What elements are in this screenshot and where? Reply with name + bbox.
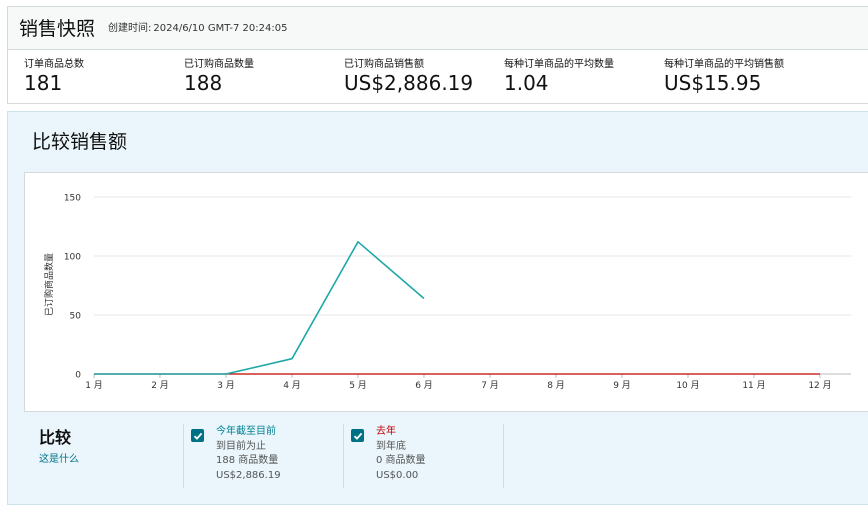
y-tick-label: 0 [75, 371, 81, 381]
x-tick-label: 6 月 [415, 380, 433, 391]
series-line-this-year [94, 241, 425, 375]
metric-value: US$15.95 [664, 71, 762, 95]
metric-value: 1.04 [504, 71, 549, 95]
legend-divider [343, 424, 344, 488]
metric-ordered-sales: 已订购商品销售额 US$2,886.19 [344, 55, 473, 95]
series-amount: US$0.00 [376, 469, 419, 481]
chart-svg: 0 50 100 150 1 月 2 月 3 月 4 月 5 月 6 月 7 月 8 月 9 月 10 月… [64, 194, 851, 391]
legend-title: 比较 [39, 428, 72, 447]
x-tick-label: 5 月 [349, 380, 367, 391]
checkmark-icon [353, 432, 362, 440]
metric-label: 每种订单商品的平均销售额 [664, 59, 784, 70]
x-tick-label: 3 月 [217, 380, 235, 391]
x-tick-label: 2 月 [151, 380, 169, 391]
metric-value: 188 [184, 71, 223, 95]
y-tick-label: 50 [70, 312, 82, 322]
snapshot-title: 销售快照 [19, 18, 96, 40]
sales-snapshot-panel: 销售快照 创建时间: 2024/6/10 GMT-7 20:24:05 订单商品总… [7, 6, 868, 104]
metric-avg-units: 每种订单商品的平均数量 1.04 [504, 55, 614, 95]
timestamp-value: 2024/6/10 GMT-7 20:24:05 [153, 23, 288, 34]
metric-value: 181 [24, 71, 63, 95]
y-tick-label: 100 [64, 253, 81, 263]
x-tick-label: 4 月 [283, 380, 301, 391]
metric-total-orders: 订单商品总数 181 [24, 55, 84, 95]
x-tick-label: 9 月 [613, 380, 631, 391]
series-period: 到年底 [376, 440, 406, 452]
legend-divider [183, 424, 184, 488]
sales-chart: 0 50 100 150 1 月 2 月 3 月 4 月 5 月 6 月 7 月 8 月 9 月 10 月… [24, 172, 868, 412]
last-year-checkbox[interactable] [351, 429, 364, 442]
metric-value: US$2,886.19 [344, 71, 474, 95]
this-year-checkbox[interactable] [191, 429, 204, 442]
chart-y-axis-label: 已订购商品数量 [45, 252, 55, 316]
series-count: 188 商品数量 [216, 455, 279, 466]
compare-title: 比较销售额 [32, 131, 128, 153]
x-tick-label: 7 月 [481, 380, 499, 391]
metric-label: 订单商品总数 [24, 59, 84, 70]
timestamp-label: 创建时间: [108, 23, 152, 34]
snapshot-timestamp: 创建时间: 2024/6/10 GMT-7 20:24:05 [108, 19, 287, 34]
series-name: 今年截至目前 [216, 426, 276, 437]
metric-avg-sales: 每种订单商品的平均销售额 US$15.95 [664, 55, 784, 95]
metric-label: 已订购商品数量 [184, 59, 254, 70]
metric-units-ordered: 已订购商品数量 188 [184, 55, 254, 95]
series-count: 0 商品数量 [376, 455, 426, 466]
compare-sales-panel: 比较销售额 0 50 100 150 1 月 2 月 3 月 4 月 5 月 6 月 7 月 8 月 9… [7, 111, 868, 505]
series-amount: US$2,886.19 [216, 469, 281, 481]
what-is-this-link[interactable]: 这是什么 [39, 450, 79, 465]
legend-divider [503, 424, 504, 488]
metric-label: 每种订单商品的平均数量 [504, 59, 614, 70]
snapshot-header: 销售快照 创建时间: 2024/6/10 GMT-7 20:24:05 [8, 7, 868, 50]
series-period: 到目前为止 [216, 440, 266, 452]
checkmark-icon [193, 432, 202, 440]
metric-label: 已订购商品销售额 [344, 59, 424, 70]
x-tick-label: 1 月 [85, 380, 103, 391]
x-tick-label: 10 月 [676, 380, 699, 391]
x-tick-label: 8 月 [547, 380, 565, 391]
x-tick-label: 12 月 [808, 380, 831, 391]
y-tick-label: 150 [64, 194, 81, 204]
series-name: 去年 [376, 426, 396, 437]
x-tick-label: 11 月 [742, 380, 765, 391]
